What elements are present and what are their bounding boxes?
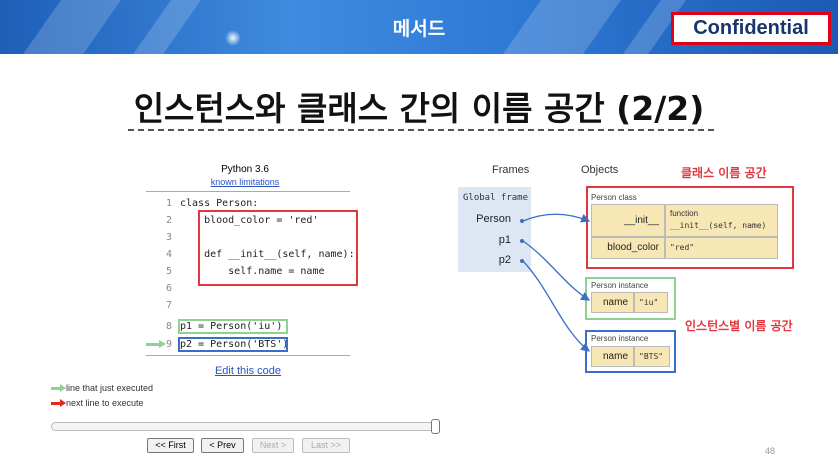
p2-pointer-arrow [522,260,591,352]
page-number: 48 [765,446,776,456]
pointer-arrows [522,213,591,352]
p1-pointer-arrow [522,240,591,301]
person-pointer-arrow [522,213,591,223]
